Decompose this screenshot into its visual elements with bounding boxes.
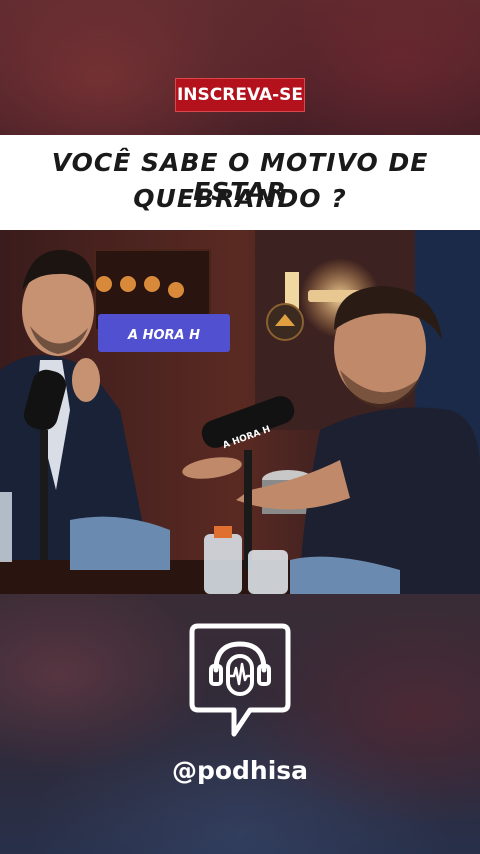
headline-line-2: QUEBRANDO ?: [133, 184, 347, 213]
podcast-scene: A HORA H A HORA H: [0, 230, 480, 594]
reel-page: INSCREVA-SE VOCÊ SABE O MOTIVO DE ESTAR …: [0, 0, 480, 854]
channel-handle[interactable]: @podhisa: [0, 756, 480, 785]
subscribe-badge[interactable]: INSCREVA-SE: [175, 78, 305, 112]
podcast-headphones-speech-icon: [189, 623, 291, 737]
video-frame[interactable]: A HORA H A HORA H: [0, 230, 480, 594]
studio-sign-text: A HORA H: [127, 328, 200, 343]
